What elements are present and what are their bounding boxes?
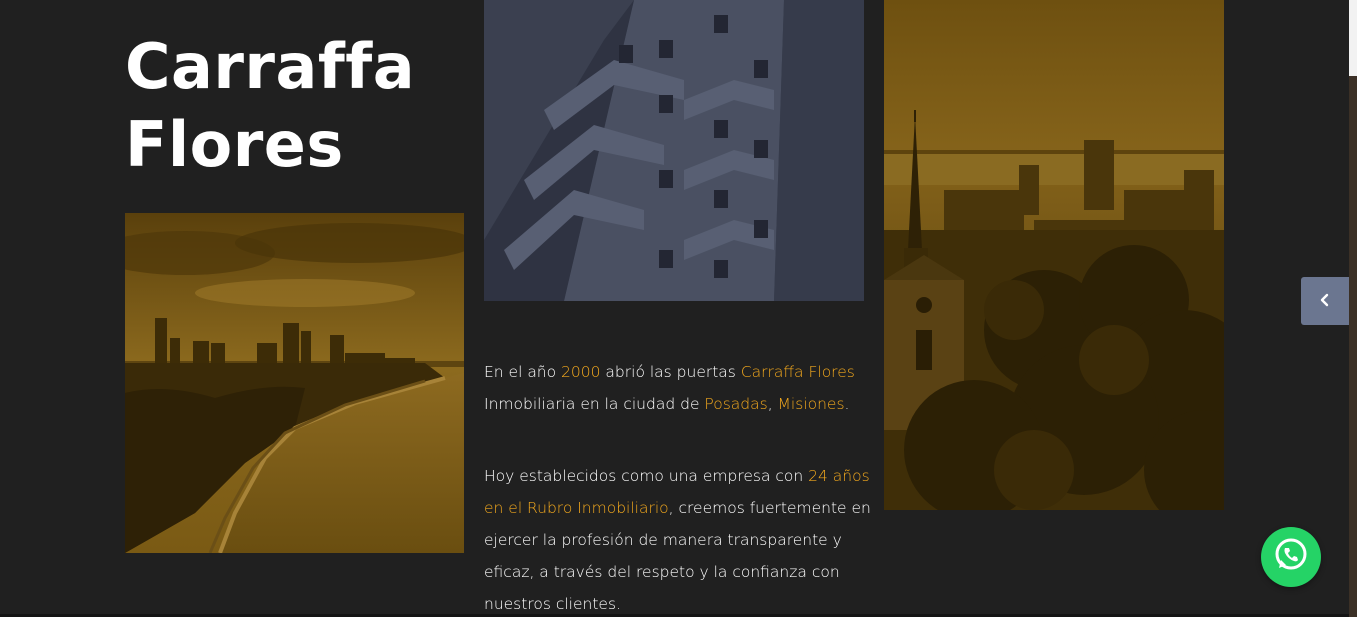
highlight-text: Posadas: [704, 394, 768, 413]
body-text: Hoy establecidos como una empresa con: [484, 466, 809, 485]
carousel-prev-button[interactable]: [1301, 277, 1349, 325]
about-section: Carraffa Flores En el año 2000 abrió las…: [0, 0, 1357, 617]
scrollbar[interactable]: [1349, 0, 1357, 617]
intro-paragraph-1: En el año 2000 abrió las puertas Carraff…: [484, 356, 874, 420]
chevron-left-icon: [1319, 293, 1331, 310]
scrollbar-thumb[interactable]: [1349, 0, 1357, 76]
body-text: abrió las puertas: [600, 362, 741, 381]
page-title: Carraffa Flores: [125, 28, 415, 184]
highlight-text: Carraffa Flores: [740, 362, 855, 381]
posadas-church-cityscape-photo: [884, 0, 1224, 510]
whatsapp-icon: [1272, 536, 1310, 578]
body-text: Inmobiliaria en la ciudad de: [484, 394, 705, 413]
body-text: ,: [767, 394, 778, 413]
title-line-1: Carraffa: [125, 30, 416, 103]
highlight-text: 2000: [561, 362, 601, 381]
whatsapp-chat-button[interactable]: [1261, 527, 1321, 587]
highlight-text: Misiones: [777, 394, 845, 413]
title-line-2: Flores: [125, 108, 344, 181]
intro-paragraph-2: Hoy establecidos como una empresa con 24…: [484, 460, 874, 617]
body-text: En el año: [484, 362, 562, 381]
apartment-building-photo: [484, 0, 864, 301]
posadas-riverfront-photo: [125, 213, 464, 553]
body-text: .: [844, 394, 850, 413]
